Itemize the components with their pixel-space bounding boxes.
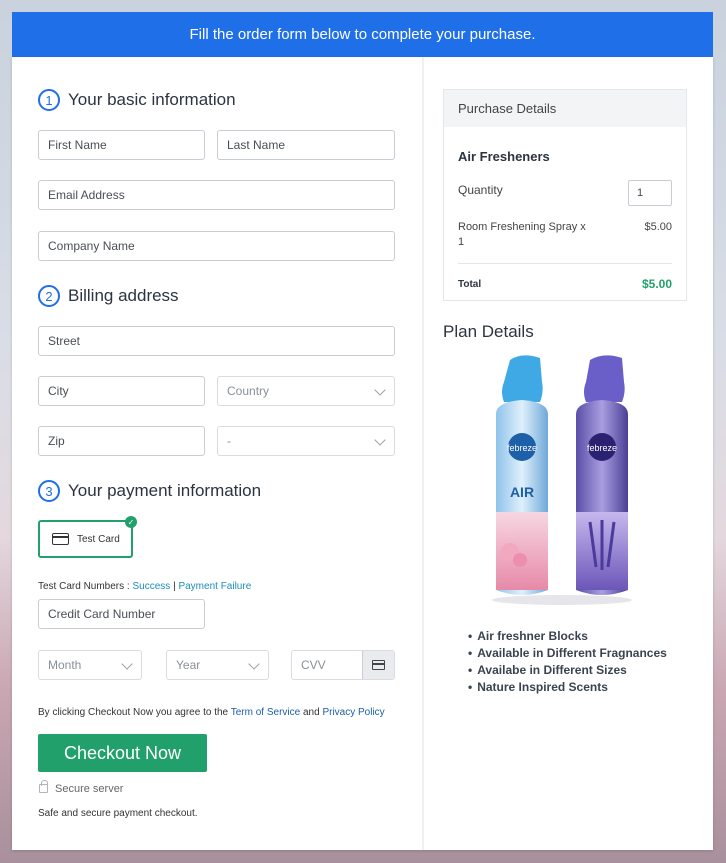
item-line: Room Freshening Spray x 1 <box>458 221 586 248</box>
step-number-1: 1 <box>38 89 60 111</box>
month-select[interactable]: Month <box>38 650 142 680</box>
company-input[interactable]: Company Name <box>38 231 395 261</box>
quantity-input[interactable]: 1 <box>628 180 672 206</box>
country-value: Country <box>227 384 270 398</box>
agreement-prefix: By clicking Checkout Now you agree to th… <box>38 707 229 718</box>
section-title: Your payment information <box>68 481 262 500</box>
privacy-policy-link[interactable]: Privacy Policy <box>322 707 384 718</box>
link-separator: | <box>173 581 176 592</box>
plan-details-title: Plan Details <box>443 322 534 341</box>
list-item: Nature Inspired Scents <box>468 678 667 695</box>
item-price: $5.00 <box>644 221 672 233</box>
section-billing-address: 2 Billing address <box>38 285 179 307</box>
quantity-label: Quantity <box>458 183 503 197</box>
column-divider <box>422 57 424 850</box>
zip-placeholder: Zip <box>48 434 65 448</box>
item-qty: 1 <box>458 236 465 248</box>
total-value: $5.00 <box>641 277 672 291</box>
banner-text: Fill the order form below to complete yo… <box>189 26 536 43</box>
card-number-placeholder: Credit Card Number <box>48 607 156 621</box>
last-name-input[interactable]: Last Name <box>217 130 395 160</box>
svg-text:febreze: febreze <box>507 443 537 453</box>
year-select[interactable]: Year <box>166 650 269 680</box>
last-name-placeholder: Last Name <box>227 138 286 152</box>
card-icon <box>362 651 394 679</box>
street-placeholder: Street <box>48 334 81 348</box>
section-title: Billing address <box>68 286 179 305</box>
test-card-numbers: Test Card Numbers : Success | Payment Fa… <box>38 581 251 592</box>
list-item: Availabe in Different Sizes <box>468 661 667 678</box>
chevron-down-icon <box>121 658 133 670</box>
year-value: Year <box>176 658 201 672</box>
city-input[interactable]: City <box>38 376 205 406</box>
chevron-down-icon <box>374 434 386 446</box>
company-placeholder: Company Name <box>48 239 135 253</box>
terms-of-service-link[interactable]: Term of Service <box>231 707 300 718</box>
first-name-input[interactable]: First Name <box>38 130 205 160</box>
success-link[interactable]: Success <box>132 581 170 592</box>
item-name: Room Freshening Spray x <box>458 221 586 233</box>
city-placeholder: City <box>48 384 69 398</box>
step-number-3: 3 <box>38 480 60 502</box>
plan-features-list: Air freshner Blocks Available in Differe… <box>468 627 667 695</box>
svg-text:febreze: febreze <box>587 443 617 453</box>
country-select[interactable]: Country <box>217 376 395 406</box>
product-name: Air Fresheners <box>458 149 550 164</box>
cvv-input[interactable]: CVV <box>291 650 395 680</box>
checkmark-icon: ✓ <box>125 516 137 528</box>
street-input[interactable]: Street <box>38 326 395 356</box>
total-label: Total <box>458 279 482 290</box>
secure-server-label: Secure server <box>55 783 124 795</box>
first-name-placeholder: First Name <box>48 138 107 152</box>
section-payment-info: 3 Your payment information <box>38 480 261 502</box>
top-banner: Fill the order form below to complete yo… <box>12 12 713 57</box>
chevron-down-icon <box>374 384 386 396</box>
air-freshener-product-image: febreze AIR febreze <box>492 355 632 605</box>
agreement-text: By clicking Checkout Now you agree to th… <box>38 707 385 718</box>
month-value: Month <box>48 658 82 672</box>
chevron-down-icon <box>248 658 260 670</box>
checkout-button-label: Checkout Now <box>63 742 182 763</box>
lock-icon <box>39 780 48 793</box>
divider-line <box>458 263 672 264</box>
step-number-2: 2 <box>38 285 60 307</box>
checkout-now-button[interactable]: Checkout Now <box>38 734 207 772</box>
card-number-input[interactable]: Credit Card Number <box>38 599 205 629</box>
agreement-and: and <box>302 707 320 718</box>
list-item: Available in Different Fragnances <box>468 644 667 661</box>
email-placeholder: Email Address <box>48 188 125 202</box>
zip-input[interactable]: Zip <box>38 426 205 456</box>
checkout-form: 1 Your basic information First Name Last… <box>12 57 422 850</box>
purchase-details-panel: Purchase Details Air Fresheners Quantity… <box>443 89 687 301</box>
state-select[interactable]: - <box>217 426 395 456</box>
list-item: Air freshner Blocks <box>468 627 667 644</box>
order-form-card: 1 Your basic information First Name Last… <box>12 57 713 850</box>
test-numbers-label: Test Card Numbers : <box>38 581 130 592</box>
payment-failure-link[interactable]: Payment Failure <box>178 581 251 592</box>
test-card-label: Test Card <box>77 533 120 545</box>
quantity-value: 1 <box>637 187 644 199</box>
state-value: - <box>227 434 231 448</box>
cvv-placeholder: CVV <box>301 658 326 672</box>
section-title: Your basic information <box>68 90 236 109</box>
test-card-option[interactable]: Test Card ✓ <box>38 516 137 558</box>
secure-note: Safe and secure payment checkout. <box>38 808 198 819</box>
section-basic-info: 1 Your basic information <box>38 89 236 111</box>
credit-card-icon <box>52 533 69 545</box>
purchase-details-header: Purchase Details <box>444 90 686 127</box>
svg-text:AIR: AIR <box>510 484 534 500</box>
email-input[interactable]: Email Address <box>38 180 395 210</box>
